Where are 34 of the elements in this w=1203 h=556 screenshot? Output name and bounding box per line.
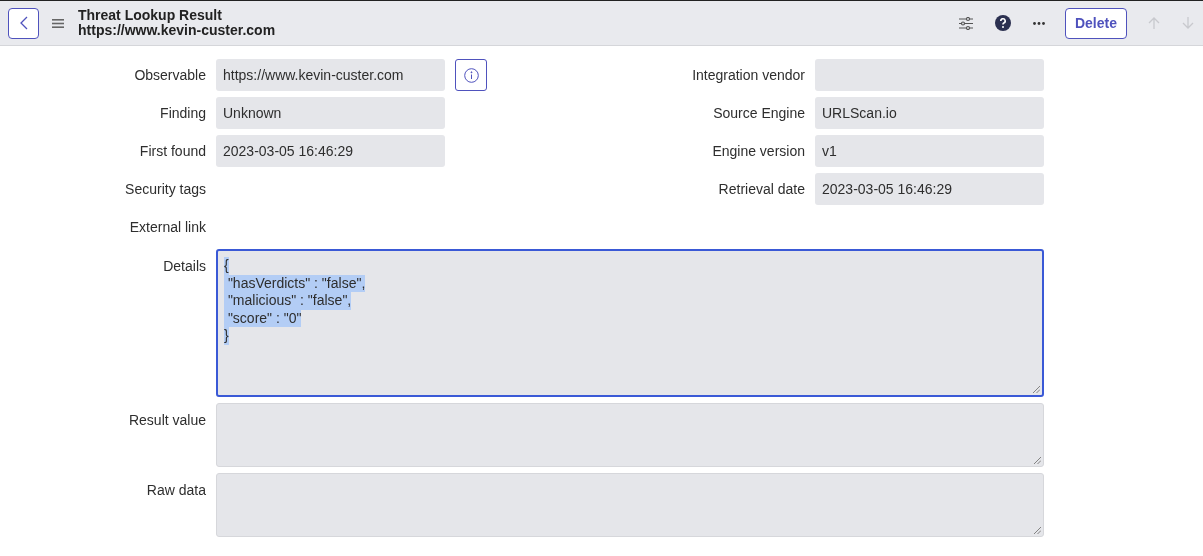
chevron-left-icon	[19, 16, 28, 30]
field-label: Details	[162, 257, 206, 276]
help-icon[interactable]	[994, 15, 1011, 31]
record-title: Threat Lookup Result	[78, 8, 223, 23]
field-label: Engine version	[711, 142, 805, 161]
text-area[interactable]: { "hasVerdicts" : "false", "malicious" : "false", "score" : "0" }	[216, 249, 1044, 397]
field-label: First found	[138, 142, 206, 161]
field-label: External link	[128, 218, 206, 237]
text-field[interactable]: https://www.kevin-custer.com	[216, 59, 445, 91]
field-label: Source Engine	[712, 104, 805, 123]
field-label: Observable	[133, 66, 206, 85]
resize-grip-icon[interactable]	[1034, 457, 1041, 464]
text-field[interactable]: Unknown	[216, 97, 445, 129]
field-label: Retrieval date	[717, 180, 805, 199]
back-button[interactable]	[8, 7, 39, 39]
field-label: Integration vendor	[691, 66, 805, 85]
field-label: Result value	[127, 411, 206, 430]
record-subtitle: https://www.kevin-custer.com	[78, 23, 276, 38]
text-field[interactable]	[815, 59, 1044, 91]
more-icon[interactable]	[1032, 21, 1045, 25]
resize-grip-icon[interactable]	[1033, 386, 1040, 393]
text-field[interactable]: v1	[815, 135, 1044, 167]
info-button[interactable]	[455, 59, 487, 91]
text-field[interactable]: 2023-03-05 16:46:29	[815, 173, 1044, 205]
field-label: Raw data	[145, 481, 206, 500]
field-label: Finding	[159, 104, 206, 123]
text-field[interactable]: URLScan.io	[815, 97, 1044, 129]
menu-icon[interactable]	[52, 18, 64, 28]
settings-icon[interactable]	[958, 16, 973, 30]
field-label: Security tags	[124, 180, 206, 199]
text-field[interactable]: 2023-03-05 16:46:29	[216, 135, 445, 167]
info-icon	[463, 67, 479, 83]
delete-button[interactable]: Delete	[1064, 7, 1127, 39]
resize-grip-icon[interactable]	[1034, 527, 1041, 534]
